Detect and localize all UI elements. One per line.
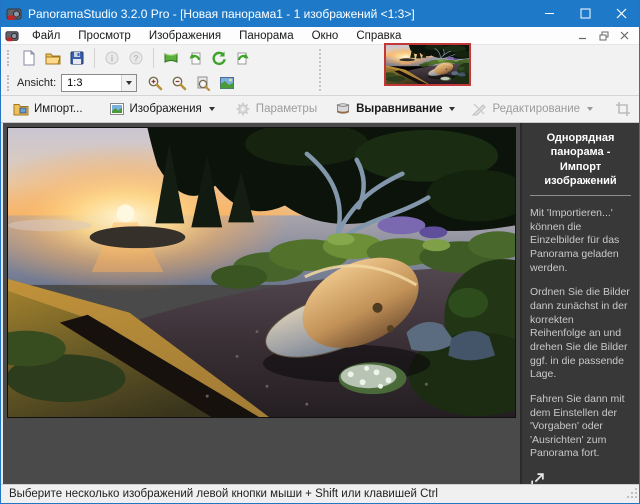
main-area: Однорядная панорама - Импорт изображений… [1,123,639,484]
document-icon[interactable] [5,29,19,43]
toolbar-gripper[interactable] [7,75,9,91]
panorama-source-image[interactable] [7,127,516,418]
toolbar-separator [94,48,95,68]
menu-images[interactable]: Изображения [140,27,230,44]
app-icon [6,6,22,22]
sidebar-paragraph: Fahren Sie dann mit dem Einstellen der '… [530,393,631,461]
app-window: PanoramaStudio 3.2.0 Pro - [Новая панора… [0,0,640,504]
workflow-bar: Импорт... Изображения Параметры Выравнив… [1,96,639,123]
mdi-restore-icon[interactable] [597,30,610,42]
mdi-controls [576,30,639,42]
chevron-down-icon [126,81,132,88]
chevron-down-icon[interactable] [209,107,215,114]
rotate-left-button[interactable] [183,47,207,69]
info-button: i [100,47,124,69]
menu-view[interactable]: Просмотр [69,27,140,44]
resize-grip[interactable] [625,486,638,502]
sidebar-paragraph: Mit 'Importieren...' können die Einzelbi… [530,207,631,275]
toolbar-area: i ? Ansicht: 1:3 [1,45,639,96]
combo-dropdown-button[interactable] [121,75,136,91]
help-button: ? [124,47,148,69]
new-panorama-button[interactable] [159,47,183,69]
chevron-down-icon [587,107,593,114]
window-title: PanoramaStudio 3.2.0 Pro - [Новая панора… [28,7,531,21]
tab-alignment[interactable]: Выравнивание [335,101,455,117]
save-button[interactable] [65,47,89,69]
refresh-button[interactable] [207,47,231,69]
menu-bar: Файл Просмотр Изображения Панорама Окно … [1,27,639,45]
menu-window[interactable]: Окно [303,27,348,44]
crop-button [615,98,631,120]
minimize-button[interactable] [531,0,567,27]
toolbar-separator [319,49,321,91]
fit-to-window-button[interactable] [215,72,239,94]
zoom-out-button[interactable] [167,72,191,94]
svg-text:i: i [111,53,114,63]
rotate-right-button[interactable] [231,47,255,69]
zoom-in-button[interactable] [143,72,167,94]
image-thumbnail[interactable] [384,43,471,86]
zoom-level-value: 1:3 [67,77,82,89]
sidebar-paragraph: Ordnen Sie die Bilder dann zunächst in d… [530,286,631,381]
zoom-actual-size-button[interactable] [191,72,215,94]
chevron-down-icon[interactable] [449,107,455,114]
menu-file[interactable]: Файл [23,27,69,44]
menu-panorama[interactable]: Панорама [230,27,303,44]
sidebar-title: Однорядная панорама - Импорт изображений [530,128,631,196]
view-label: Ansicht: [17,77,56,89]
tab-parameters: Параметры [235,101,317,117]
status-message: Выберите несколько изображений левой кно… [9,488,438,500]
mdi-close-icon[interactable] [618,30,631,42]
new-project-button[interactable] [17,47,41,69]
toolbar-separator [153,48,154,68]
toolbar-gripper[interactable] [7,50,9,66]
tab-import[interactable]: Импорт... [13,101,83,117]
mdi-minimize-icon[interactable] [576,30,589,42]
status-bar: Выберите несколько изображений левой кно… [1,484,639,503]
svg-text:?: ? [133,53,139,63]
menu-help[interactable]: Справка [347,27,410,44]
help-sidebar: Однорядная панорама - Импорт изображений… [520,123,639,484]
tab-images[interactable]: Изображения [109,101,215,117]
tab-editing: Редактирование [471,101,593,117]
maximize-button[interactable] [567,0,603,27]
title-bar: PanoramaStudio 3.2.0 Pro - [Новая панора… [1,0,639,27]
canvas [3,123,520,484]
close-button[interactable] [603,0,639,27]
open-button[interactable] [41,47,65,69]
zoom-level-select[interactable]: 1:3 [61,74,137,92]
